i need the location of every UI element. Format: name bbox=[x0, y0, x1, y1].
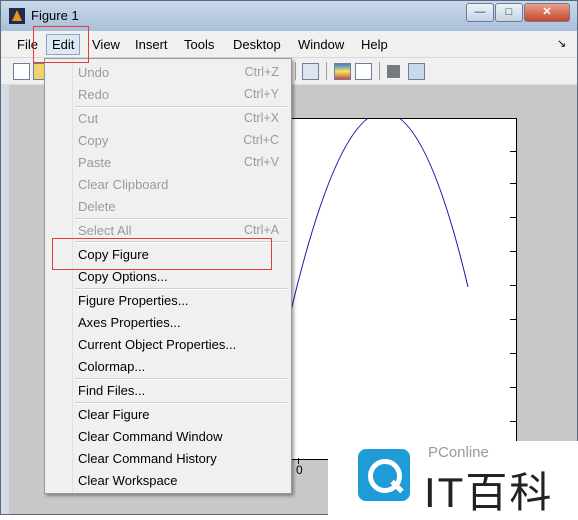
menu-item-clear-workspace[interactable]: Clear Workspace bbox=[78, 473, 177, 488]
menu-separator bbox=[75, 378, 287, 380]
menu-separator bbox=[75, 288, 287, 290]
watermark-big-text: IT百科 bbox=[424, 469, 554, 516]
menu-item-figure-properties[interactable]: Figure Properties... bbox=[78, 293, 189, 308]
watermark-logo: PConline IT百科 bbox=[328, 441, 578, 516]
menu-item-copy[interactable]: Copy bbox=[78, 133, 108, 148]
parabola-curve bbox=[290, 119, 469, 316]
matlab-logo-icon bbox=[9, 8, 25, 24]
maximize-button[interactable]: □ bbox=[495, 3, 523, 22]
copy-shortcut: Ctrl+C bbox=[243, 133, 279, 147]
paste-shortcut: Ctrl+V bbox=[243, 155, 279, 169]
menu-separator bbox=[75, 106, 287, 108]
menu-item-axes-properties[interactable]: Axes Properties... bbox=[78, 315, 181, 330]
legend-icon[interactable] bbox=[355, 63, 372, 80]
menu-view[interactable]: View bbox=[92, 37, 120, 52]
magnifier-icon bbox=[358, 449, 410, 501]
menu-item-clear-command-window[interactable]: Clear Command Window bbox=[78, 429, 223, 444]
menu-item-clear-figure[interactable]: Clear Figure bbox=[78, 407, 150, 422]
data-cursor-icon[interactable] bbox=[302, 63, 319, 80]
menu-separator bbox=[75, 218, 287, 220]
redo-shortcut: Ctrl+Y bbox=[243, 87, 279, 101]
hide-plot-tools-icon[interactable] bbox=[387, 65, 400, 78]
copy-figure-highlight-box bbox=[52, 238, 272, 270]
toolbar-separator bbox=[379, 62, 380, 80]
menu-tools[interactable]: Tools bbox=[184, 37, 214, 52]
toolbar-separator bbox=[295, 62, 296, 80]
menu-icon-gutter bbox=[45, 59, 73, 493]
menu-help[interactable]: Help bbox=[361, 37, 388, 52]
show-plot-tools-icon[interactable] bbox=[408, 63, 425, 80]
menu-item-clear-clipboard[interactable]: Clear Clipboard bbox=[78, 177, 168, 192]
menu-item-undo[interactable]: Undo bbox=[78, 65, 109, 80]
plot-line-svg bbox=[290, 119, 469, 316]
menu-item-redo[interactable]: Redo bbox=[78, 87, 109, 102]
dock-arrow-icon[interactable]: ↘ bbox=[557, 37, 566, 50]
undo-shortcut: Ctrl+Z bbox=[244, 65, 279, 79]
menu-item-paste[interactable]: Paste bbox=[78, 155, 111, 170]
toolbar-separator bbox=[326, 62, 327, 80]
menu-item-copy-options[interactable]: Copy Options... bbox=[78, 269, 168, 284]
edit-menu-highlight-box bbox=[33, 26, 89, 63]
menu-item-clear-command-history[interactable]: Clear Command History bbox=[78, 451, 217, 466]
cut-shortcut: Ctrl+X bbox=[243, 111, 279, 125]
window-title: Figure 1 bbox=[31, 8, 79, 23]
new-figure-icon[interactable] bbox=[13, 63, 30, 80]
colorbar-icon[interactable] bbox=[334, 63, 351, 80]
plot-axes[interactable] bbox=[290, 118, 517, 460]
minimize-button[interactable]: — bbox=[466, 3, 494, 22]
close-button[interactable]: ✕ bbox=[524, 3, 570, 22]
menu-separator bbox=[75, 402, 287, 404]
menu-insert[interactable]: Insert bbox=[135, 37, 168, 52]
menu-item-colormap[interactable]: Colormap... bbox=[78, 359, 145, 374]
menu-item-select-all[interactable]: Select All bbox=[78, 223, 131, 238]
edit-menu-dropdown: Undo Ctrl+Z Redo Ctrl+Y Cut Ctrl+X Copy … bbox=[44, 58, 292, 494]
menu-item-delete[interactable]: Delete bbox=[78, 199, 116, 214]
menu-item-current-object-properties[interactable]: Current Object Properties... bbox=[78, 337, 236, 352]
x-tick-label: 0 bbox=[296, 463, 303, 477]
menu-item-find-files[interactable]: Find Files... bbox=[78, 383, 145, 398]
menu-item-cut[interactable]: Cut bbox=[78, 111, 98, 126]
menu-window[interactable]: Window bbox=[298, 37, 344, 52]
menu-desktop[interactable]: Desktop bbox=[233, 37, 281, 52]
select-all-shortcut: Ctrl+A bbox=[243, 223, 279, 237]
